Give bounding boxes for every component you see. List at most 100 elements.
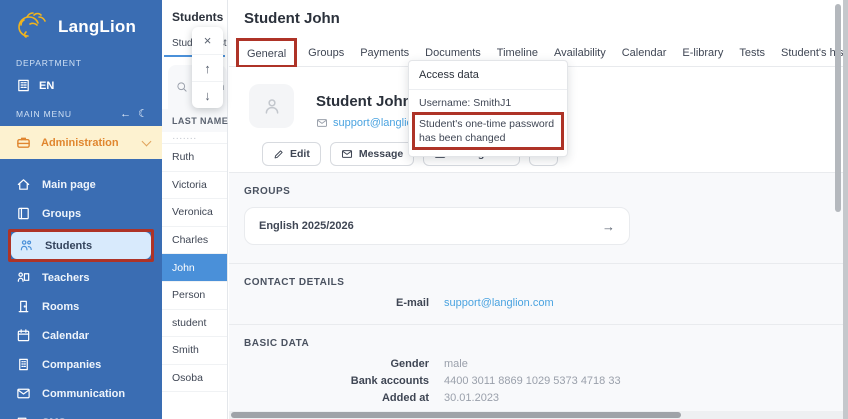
email-link[interactable]: support@langlion.com (444, 297, 554, 309)
sidebar-item-students[interactable]: Students (11, 232, 151, 259)
sidebar-item-sms[interactable]: SMS (8, 409, 154, 419)
annotation-nav-widget: × ↑ ↓ (192, 27, 223, 108)
close-icon[interactable]: × (192, 27, 223, 54)
avatar[interactable] (249, 84, 294, 128)
nav-label: Calendar (42, 330, 89, 342)
list-item[interactable]: Smith (162, 337, 227, 365)
field-label: Added at (244, 392, 429, 404)
contact-details-section: CONTACT DETAILS E-mail support@langlion.… (229, 264, 848, 324)
collapse-sidebar-icon[interactable]: ← (120, 108, 131, 120)
main-menu-row: MAIN MENU ← ☾ (0, 99, 162, 126)
student-name: Student John (316, 93, 412, 110)
sidebar-item-administration[interactable]: Administration (0, 126, 162, 159)
dark-mode-icon[interactable]: ☾ (138, 107, 148, 120)
list-item-partial: ······· (162, 132, 227, 144)
sidebar-item-communication[interactable]: Communication (8, 380, 154, 407)
chat-icon (16, 415, 31, 419)
basic-data-section: BASIC DATA Gender male Bank accounts 440… (229, 325, 848, 419)
student-details: GROUPS English 2025/2026 → CONTACT DETAI… (229, 172, 848, 419)
students-list-panel: Students Students list search LAST NAME … (162, 0, 228, 419)
briefcase-icon (16, 135, 31, 150)
tooltip-title: Access data (409, 61, 567, 90)
scrollbar-thumb[interactable] (231, 412, 681, 418)
list-panel-title: Students (162, 0, 227, 24)
groups-section: GROUPS English 2025/2026 → (229, 173, 848, 263)
door-icon (16, 299, 31, 314)
tab-general[interactable]: General (244, 46, 289, 62)
list-item-selected[interactable]: John (162, 254, 227, 282)
field-label: Bank accounts (244, 375, 429, 387)
annotation-box-general-tab: General (236, 38, 297, 68)
sidebar-nav: Main page Groups Students (0, 159, 162, 419)
sidebar: LangLion DEPARTMENT EN MAIN MENU ← ☾ Adm… (0, 0, 162, 419)
list-item[interactable]: Charles (162, 227, 227, 255)
sidebar-item-calendar[interactable]: Calendar (8, 322, 154, 349)
book-icon (16, 206, 31, 221)
field-value: male (444, 358, 468, 370)
page-title: Student John (229, 0, 848, 27)
list-item[interactable]: Victoria (162, 172, 227, 200)
tab-groups[interactable]: Groups (300, 41, 352, 65)
tab-calendar[interactable]: Calendar (614, 41, 675, 65)
tooltip-username: Username: SmithJ1 (409, 90, 567, 112)
chevron-down-icon (142, 136, 152, 146)
list-item[interactable]: Osoba (162, 365, 227, 393)
person-icon (262, 96, 282, 116)
groups-section-title: GROUPS (244, 186, 848, 197)
sidebar-item-main-page[interactable]: Main page (8, 171, 154, 198)
content-vertical-scrollbar[interactable] (835, 4, 841, 212)
nav-label: Communication (42, 388, 125, 400)
edit-label: Edit (290, 148, 310, 160)
tab-payments[interactable]: Payments (352, 41, 417, 65)
nav-label: Companies (42, 359, 101, 371)
department-icon (16, 78, 31, 93)
arrow-up-icon[interactable]: ↑ (192, 54, 223, 81)
group-card[interactable]: English 2025/2026 → (244, 207, 630, 245)
edit-button[interactable]: Edit (262, 142, 321, 166)
nav-label: Students (45, 240, 92, 252)
pencil-icon (273, 149, 284, 160)
app-logo[interactable]: LangLion (0, 0, 162, 50)
calendar-icon (16, 328, 31, 343)
basic-row: Bank accounts 4400 3011 8869 1029 5373 4… (244, 375, 848, 387)
group-name: English 2025/2026 (259, 220, 602, 232)
app-window: LangLion DEPARTMENT EN MAIN MENU ← ☾ Adm… (0, 0, 848, 419)
home-icon (16, 177, 31, 192)
list-item[interactable]: Person (162, 282, 227, 310)
field-label: E-mail (244, 297, 429, 309)
basic-section-title: BASIC DATA (244, 338, 848, 349)
annotation-box-students: Students (8, 229, 154, 262)
main-content: Student John General Groups Payments Doc… (229, 0, 848, 419)
sidebar-item-teachers[interactable]: Teachers (8, 264, 154, 291)
list-item[interactable]: student (162, 310, 227, 338)
basic-row: Gender male (244, 358, 848, 370)
arrow-right-icon[interactable]: → (602, 219, 615, 234)
tab-tests[interactable]: Tests (731, 41, 773, 65)
window-vertical-scrollbar[interactable] (843, 0, 848, 419)
list-item[interactable]: Veronica (162, 199, 227, 227)
scrollbar-thumb[interactable] (843, 0, 848, 419)
column-header-last-name[interactable]: LAST NAME (162, 109, 227, 132)
tab-e-library[interactable]: E-library (674, 41, 731, 65)
message-button[interactable]: Message (330, 142, 414, 166)
department-section-label: DEPARTMENT (0, 50, 162, 72)
field-label: Gender (244, 358, 429, 370)
nav-label: Main page (42, 179, 96, 191)
contact-row: E-mail support@langlion.com (244, 297, 848, 309)
envelope-icon (316, 117, 328, 129)
teacher-icon (16, 270, 31, 285)
access-data-tooltip: Access data Username: SmithJ1 Student's … (408, 60, 568, 157)
search-icon (176, 81, 188, 93)
horizontal-scrollbar[interactable] (229, 411, 843, 419)
language-label: EN (39, 80, 54, 92)
sidebar-item-companies[interactable]: Companies (8, 351, 154, 378)
arrow-down-icon[interactable]: ↓ (192, 81, 223, 108)
lion-logo-icon (14, 10, 54, 44)
main-menu-label: MAIN MENU (16, 109, 113, 119)
sidebar-item-groups[interactable]: Groups (8, 200, 154, 227)
envelope-icon (341, 148, 353, 160)
language-selector[interactable]: EN (0, 72, 162, 99)
list-item[interactable]: Ruth (162, 144, 227, 172)
sidebar-item-rooms[interactable]: Rooms (8, 293, 154, 320)
nav-label: Groups (42, 208, 81, 220)
